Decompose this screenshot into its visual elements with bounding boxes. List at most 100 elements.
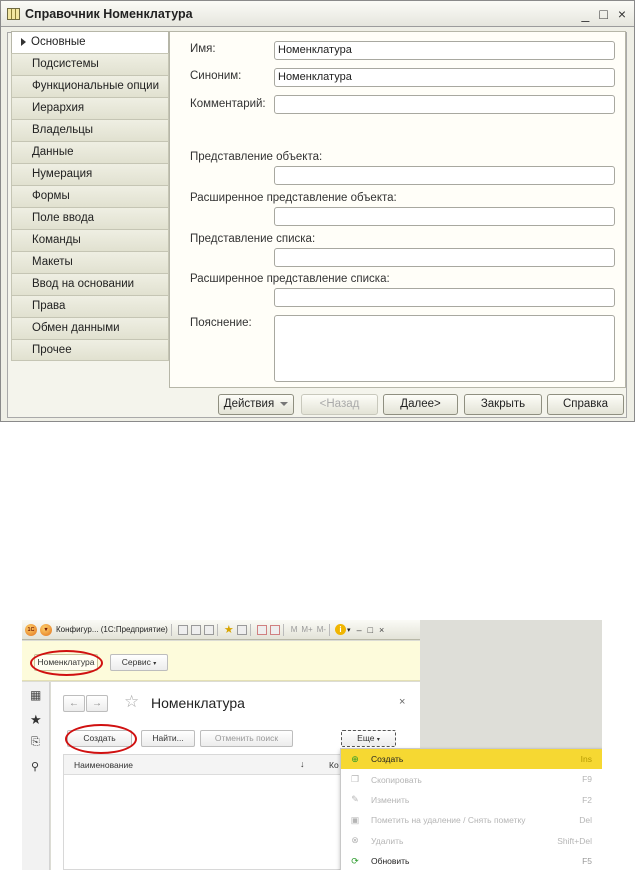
- ext-object-presentation-label: Расширенное представление объекта:: [190, 192, 397, 204]
- menu-item-edit[interactable]: ✎ Изменить F2: [341, 790, 602, 810]
- memory-minus-button[interactable]: M-: [317, 625, 326, 634]
- list-presentation-field[interactable]: [274, 248, 615, 267]
- menu-item-mark-delete[interactable]: ▣ Пометить на удаление / Снять пометку D…: [341, 810, 602, 830]
- menu-item-label: Создать: [371, 754, 404, 765]
- more-label: Еще: [357, 733, 375, 743]
- tab-dannye[interactable]: Данные: [11, 141, 169, 163]
- left-sidebar: ▦ ★ ⎘ ⚲: [22, 682, 50, 870]
- comment-label: Комментарий:: [190, 98, 266, 110]
- sort-arrow-icon[interactable]: ↓: [300, 759, 305, 769]
- tab-podsistemy[interactable]: Подсистемы: [11, 53, 169, 75]
- save-icon[interactable]: [177, 624, 188, 635]
- toolbar-separator: [170, 623, 172, 636]
- name-field[interactable]: Номенклатура: [274, 41, 615, 60]
- window-title: Справочник Номенклатура: [25, 6, 193, 21]
- comment-field[interactable]: [274, 95, 615, 114]
- more-dropdown-menu: ⊕ Создать Ins ❐ Скопировать F9 ✎ Изменит…: [340, 748, 602, 870]
- search-icon[interactable]: ⚲: [31, 760, 39, 773]
- history-icon[interactable]: ⎘: [31, 736, 40, 749]
- calendar-icon[interactable]: [256, 624, 267, 635]
- menu-item-copy[interactable]: ❐ Скопировать F9: [341, 769, 602, 789]
- actions-label: Действия: [223, 398, 275, 410]
- help-button[interactable]: Справка: [547, 394, 624, 415]
- main-menu-icon[interactable]: ▾: [40, 623, 52, 636]
- enterprise-window: 1С ▾ Конфигур... (1С:Предприятие) ★ M M+…: [22, 620, 602, 870]
- cancel-search-button[interactable]: Отменить поиск: [200, 730, 293, 747]
- history-icon[interactable]: [236, 624, 247, 635]
- find-button[interactable]: Найти...: [141, 730, 195, 747]
- chevron-down-icon[interactable]: ▾: [347, 626, 351, 634]
- form-title: Номенклатура: [151, 695, 245, 711]
- tab-makety[interactable]: Макеты: [11, 251, 169, 273]
- minimize-button[interactable]: –: [357, 625, 362, 635]
- chevron-down-icon: [280, 401, 289, 406]
- back-button[interactable]: <Назад: [301, 394, 378, 415]
- tab-obmen-dannymi[interactable]: Обмен данными: [11, 317, 169, 339]
- calculator-icon[interactable]: [269, 624, 280, 635]
- forward-arrow-icon[interactable]: →: [86, 695, 108, 712]
- close-window-button[interactable]: ×: [618, 6, 626, 22]
- object-presentation-field[interactable]: [274, 166, 615, 185]
- tab-formy[interactable]: Формы: [11, 185, 169, 207]
- menu-item-shortcut: Ins: [580, 754, 592, 764]
- print-icon[interactable]: [190, 624, 201, 635]
- menu-item-create[interactable]: ⊕ Создать Ins: [341, 749, 602, 770]
- chevron-down-icon: ▾: [153, 661, 157, 667]
- back-arrow-icon[interactable]: ←: [63, 695, 85, 712]
- info-icon[interactable]: i: [335, 624, 347, 635]
- more-button[interactable]: Еще ▾: [341, 730, 396, 747]
- ext-object-presentation-field[interactable]: [274, 207, 615, 226]
- synonym-label: Синоним:: [190, 70, 242, 82]
- tab-vladeltsy[interactable]: Владельцы: [11, 119, 169, 141]
- memory-plus-button[interactable]: M+: [301, 625, 312, 634]
- app-title: Конфигур... (1С:Предприятие): [56, 625, 168, 634]
- copy-icon: ❐: [350, 774, 360, 785]
- pencil-icon: ✎: [351, 794, 359, 805]
- tab-funktsionalnye-optsii[interactable]: Функциональные опции: [11, 75, 169, 97]
- window-titlebar: Справочник Номенклатура _ □ ×: [1, 1, 634, 27]
- close-button[interactable]: Закрыть: [464, 394, 542, 415]
- tab-vvod-na-osnovanii[interactable]: Ввод на основании: [11, 273, 169, 295]
- menu-item-label: Скопировать: [371, 774, 422, 785]
- toolbar-separator: [249, 623, 251, 636]
- menu-item-shortcut: F5: [582, 855, 592, 866]
- synonym-field[interactable]: Номенклатура: [274, 68, 615, 87]
- explanation-field[interactable]: [274, 315, 615, 382]
- tab-ierarkhiya[interactable]: Иерархия: [11, 97, 169, 119]
- favorite-star-icon[interactable]: ☆: [124, 692, 139, 712]
- column-header-code[interactable]: Ко: [329, 760, 339, 770]
- tab-osnovnye[interactable]: Основные: [11, 31, 169, 53]
- actions-button[interactable]: Действия: [218, 394, 294, 415]
- explanation-label: Пояснение:: [190, 317, 252, 329]
- maximize-button[interactable]: □: [368, 625, 373, 635]
- object-presentation-label: Представление объекта:: [190, 151, 323, 163]
- chevron-down-icon: ▾: [376, 737, 380, 743]
- tab-pole-vvoda[interactable]: Поле ввода: [11, 207, 169, 229]
- menu-item-delete[interactable]: ⊗ Удалить Shift+Del: [341, 831, 602, 851]
- tab-prochee[interactable]: Прочее: [11, 339, 169, 361]
- menu-item-shortcut: F9: [582, 774, 592, 785]
- name-label: Имя:: [190, 43, 216, 55]
- ext-list-presentation-field[interactable]: [274, 288, 615, 307]
- favorites-icon[interactable]: ★: [224, 623, 234, 636]
- preview-icon[interactable]: [203, 624, 214, 635]
- annotation-oval: [30, 650, 103, 676]
- next-button[interactable]: Далее>: [383, 394, 458, 415]
- section-panel: Номенклатура Сервис ▾: [22, 641, 420, 681]
- annotation-oval: [65, 724, 137, 754]
- service-button[interactable]: Сервис ▾: [110, 654, 168, 671]
- form-close-icon[interactable]: ×: [399, 696, 405, 708]
- column-header-name[interactable]: Наименование: [74, 760, 133, 770]
- list-presentation-label: Представление списка:: [190, 233, 316, 245]
- tab-komandy[interactable]: Команды: [11, 229, 169, 251]
- maximize-button[interactable]: □: [599, 6, 607, 22]
- favorites-icon[interactable]: ★: [30, 712, 42, 728]
- tab-numeratsiya[interactable]: Нумерация: [11, 163, 169, 185]
- menu-item-shortcut: Shift+Del: [557, 835, 592, 846]
- close-window-button[interactable]: ×: [379, 625, 384, 635]
- tab-prava[interactable]: Права: [11, 295, 169, 317]
- sections-grid-icon[interactable]: ▦: [30, 688, 41, 702]
- menu-item-refresh[interactable]: ⟳ Обновить F5: [341, 851, 602, 870]
- memory-button[interactable]: M: [291, 625, 298, 634]
- minimize-button[interactable]: _: [582, 6, 590, 22]
